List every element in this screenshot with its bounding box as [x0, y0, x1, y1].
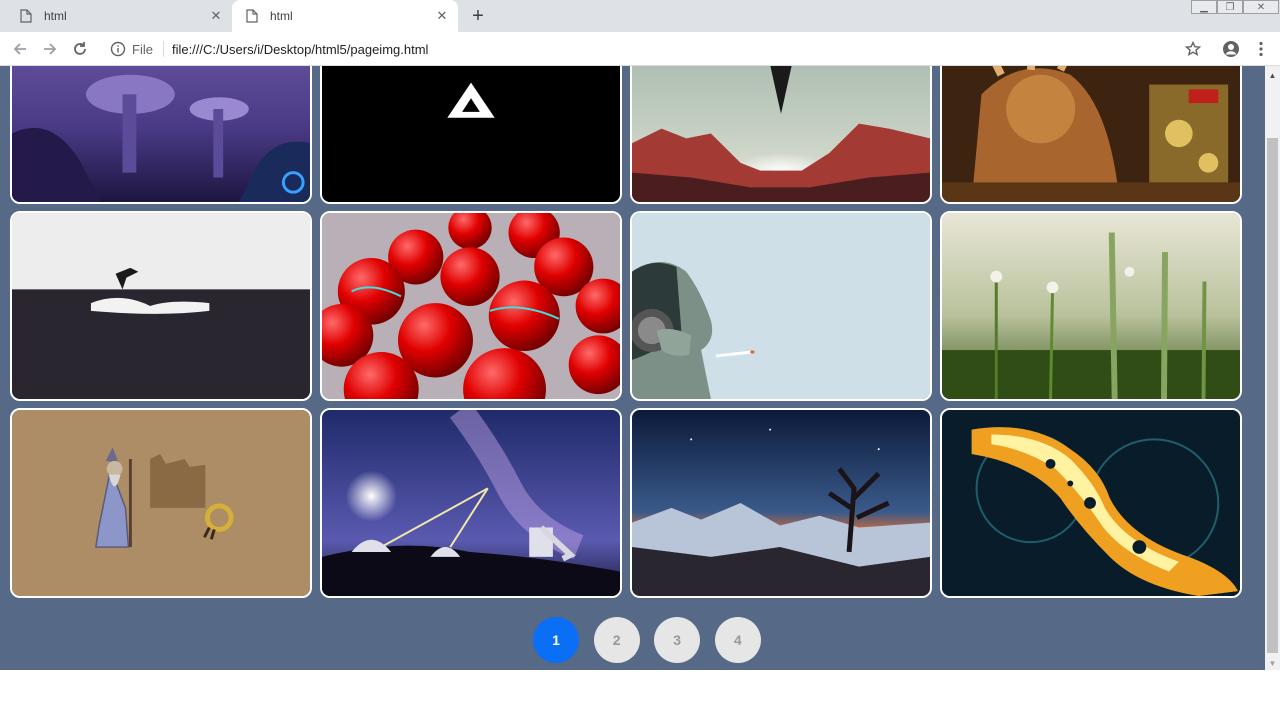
close-icon[interactable]: ✕ [434, 8, 450, 24]
bookmark-button[interactable] [1183, 39, 1203, 59]
tab-2[interactable]: html ✕ [232, 0, 458, 32]
tab-title: html [270, 9, 293, 23]
new-tab-button[interactable]: + [468, 5, 488, 27]
address-bar[interactable]: File file:///C:/Users/i/Desktop/html5/pa… [100, 36, 1216, 62]
pagination: 1 2 3 4 [533, 617, 775, 663]
gallery-image-black-triangle-logo[interactable] [320, 66, 622, 204]
tab-title: html [44, 9, 67, 23]
window-controls: ▁ ❐ ✕ [1191, 0, 1279, 16]
arrow-right-icon [44, 43, 57, 55]
vertical-scrollbar[interactable]: ▲ ▼ [1265, 66, 1280, 670]
gallery-image-walk-into-mordor[interactable] [10, 408, 312, 598]
browser-tab-strip: html ✕ html ✕ + ▁ ❐ ✕ [0, 0, 1280, 32]
gallery-image-steampunk-character[interactable] [940, 66, 1242, 204]
scroll-down-arrow-icon[interactable]: ▼ [1265, 656, 1280, 670]
gallery-image-purple-mushroom-forest[interactable] [10, 66, 312, 204]
maximize-button[interactable]: ❐ [1217, 0, 1243, 14]
gallery-image-red-mountains-sunrise[interactable] [630, 66, 932, 204]
gallery-image-observatory-milky-way[interactable] [320, 408, 622, 598]
gallery-image-snowy-mountains-night[interactable] [630, 408, 932, 598]
close-icon[interactable]: ✕ [208, 8, 224, 24]
menu-button[interactable] [1251, 39, 1271, 59]
page-bottom-area [0, 670, 1280, 720]
gallery-page: 1 2 3 4 [0, 66, 1265, 670]
arrow-left-icon [13, 43, 26, 55]
reload-button[interactable] [70, 39, 90, 59]
gallery-image-bird-over-dark-sea[interactable] [10, 211, 312, 401]
page-button-3[interactable]: 3 [654, 617, 701, 663]
gallery-image-fiery-nebula[interactable] [940, 408, 1242, 598]
reload-icon [74, 42, 86, 55]
forward-button[interactable] [40, 39, 60, 59]
profile-button[interactable] [1221, 39, 1241, 59]
page-button-4[interactable]: 4 [714, 617, 761, 663]
page-button-2[interactable]: 2 [593, 617, 640, 663]
scroll-up-arrow-icon[interactable]: ▲ [1265, 68, 1280, 82]
back-button[interactable] [10, 39, 30, 59]
tab-1[interactable]: html ✕ [6, 0, 232, 32]
url-text[interactable]: file:///C:/Users/i/Desktop/html5/pageimg… [172, 42, 428, 57]
page-button-1[interactable]: 1 [533, 617, 579, 663]
gallery-image-red-spheres[interactable] [320, 211, 622, 401]
divider [162, 41, 164, 57]
minimize-button[interactable]: ▁ [1191, 0, 1217, 14]
info-icon[interactable] [110, 41, 126, 57]
scheme-label: File [132, 41, 153, 57]
page-icon [20, 9, 32, 23]
scroll-thumb[interactable] [1267, 138, 1278, 653]
star-icon [1185, 41, 1201, 57]
browser-toolbar: File file:///C:/Users/i/Desktop/html5/pa… [0, 32, 1280, 66]
gallery-image-girl-with-headphones[interactable] [630, 211, 932, 401]
gallery-image-green-flower-stems[interactable] [940, 211, 1242, 401]
page-icon [246, 9, 258, 23]
account-icon [1223, 41, 1239, 57]
close-window-button[interactable]: ✕ [1243, 0, 1279, 14]
kebab-menu-icon [1259, 41, 1263, 57]
